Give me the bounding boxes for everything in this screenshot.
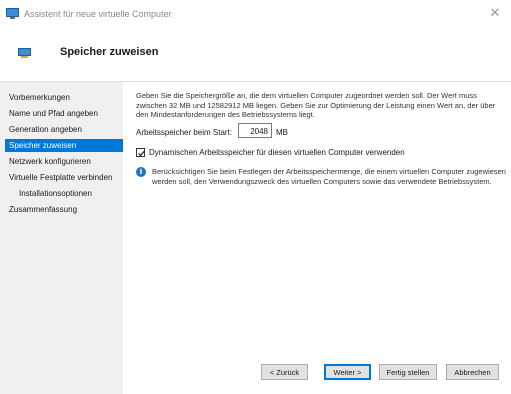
vm-icon [6, 8, 19, 19]
main-content: Geben Sie die Speichergröße an, die dem … [124, 82, 511, 344]
back-button[interactable]: < Zurück [261, 364, 308, 380]
window-title: Assistent für neue virtuelle Computer [24, 9, 172, 19]
page-header: Speicher zuweisen [0, 30, 511, 82]
button-bar: < Zurück Weiter > Fertig stellen Abbrech… [124, 344, 511, 394]
sidebar-item-festplatte[interactable]: Virtuelle Festplatte verbinden [5, 171, 123, 184]
dynamic-memory-checkbox[interactable] [136, 148, 145, 157]
checkmark-icon [138, 150, 145, 157]
wizard-steps-sidebar: Vorbemerkungen Name und Pfad angeben Gen… [0, 82, 123, 394]
memory-unit: MB [276, 128, 288, 137]
sidebar-item-netzwerk[interactable]: Netzwerk konfigurieren [5, 155, 123, 168]
sidebar-item-installationsoptionen[interactable]: Installationsoptionen [5, 187, 123, 200]
vm-icon [18, 48, 31, 58]
info-icon: i [136, 167, 146, 177]
sidebar-item-zusammenfassung[interactable]: Zusammenfassung [5, 203, 123, 216]
memory-input[interactable]: 2048 [238, 123, 272, 138]
sidebar-item-generation[interactable]: Generation angeben [5, 123, 123, 136]
info-text: Berücksichtigen Sie beim Festlegen der A… [152, 167, 506, 186]
dynamic-memory-label[interactable]: Dynamischen Arbeitsspeicher für diesen v… [149, 148, 405, 157]
close-icon[interactable]: ✕ [487, 5, 503, 21]
finish-button[interactable]: Fertig stellen [379, 364, 437, 380]
page-title: Speicher zuweisen [60, 46, 159, 58]
memory-label: Arbeitsspeicher beim Start: [136, 128, 233, 137]
title-bar: Assistent für neue virtuelle Computer ✕ [0, 0, 511, 30]
sidebar-item-vorbemerkungen[interactable]: Vorbemerkungen [5, 91, 123, 104]
sidebar-item-name-und-pfad[interactable]: Name und Pfad angeben [5, 107, 123, 120]
next-button[interactable]: Weiter > [324, 364, 371, 380]
sidebar-item-speicher[interactable]: Speicher zuweisen [5, 139, 123, 152]
description-text: Geben Sie die Speichergröße an, die dem … [136, 91, 496, 119]
cancel-button[interactable]: Abbrechen [446, 364, 499, 380]
